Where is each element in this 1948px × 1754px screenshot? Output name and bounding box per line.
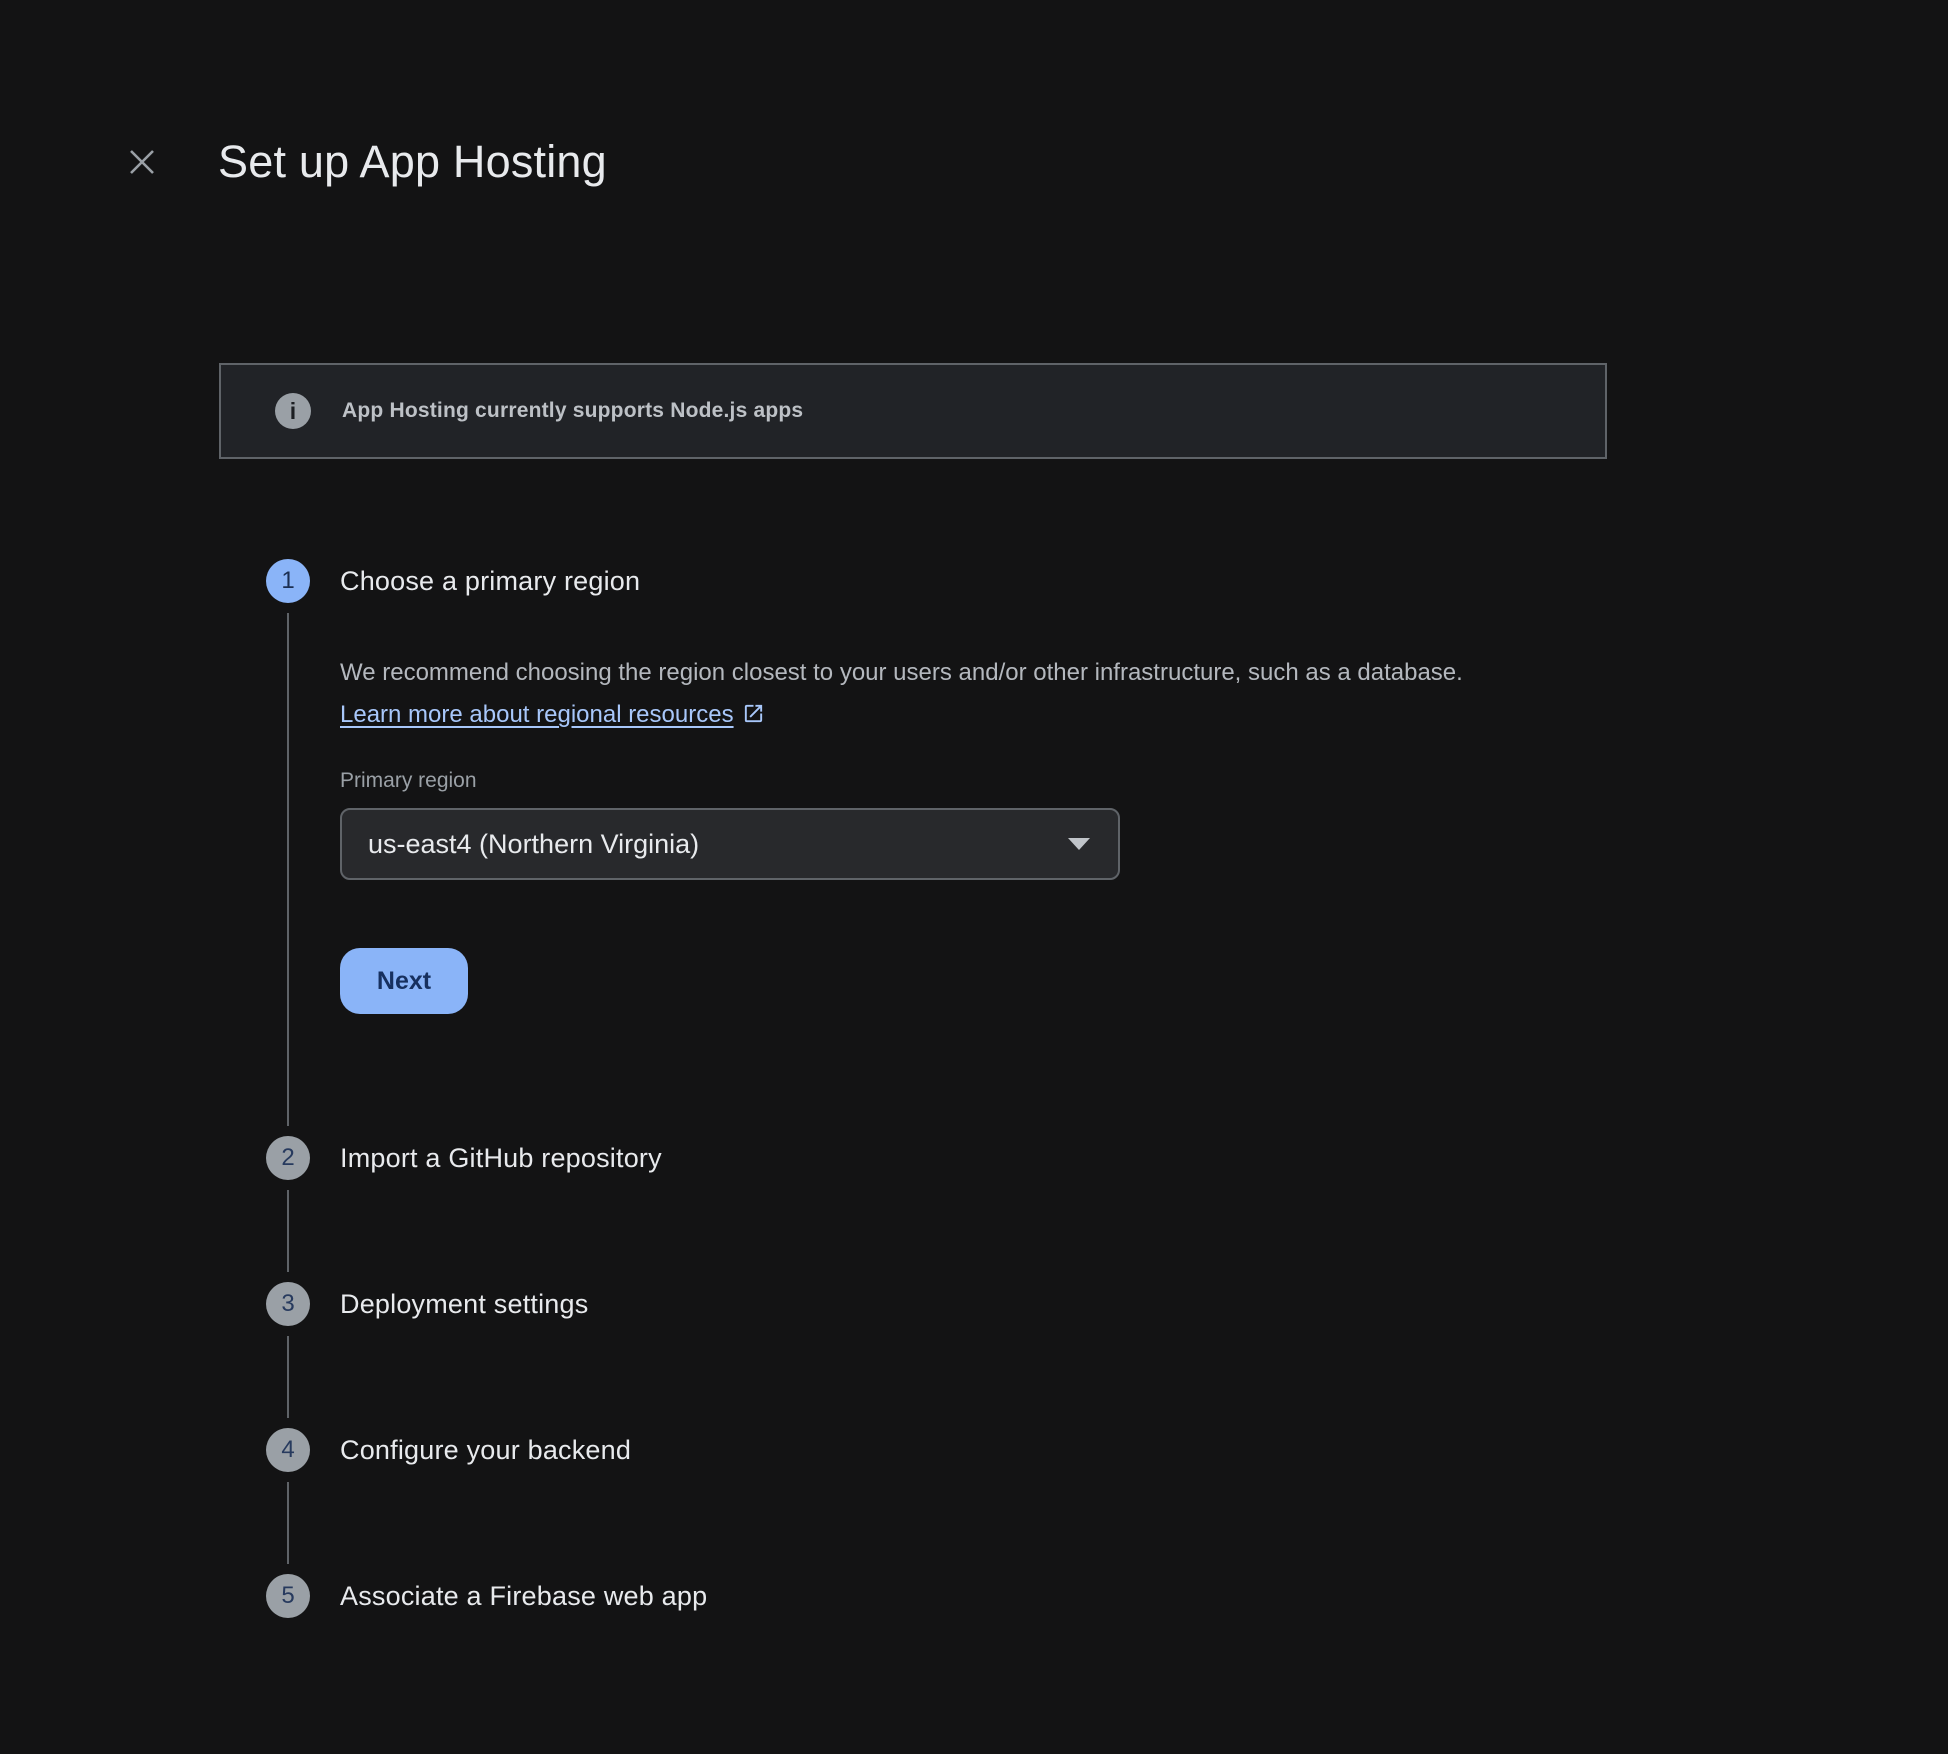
step-1-description: We recommend choosing the region closest… [340, 652, 1500, 736]
close-icon [125, 145, 159, 179]
step-2-indicator: 2 [266, 1136, 310, 1180]
external-link-icon [742, 702, 765, 725]
step-5-associate-web-app: 5 Associate a Firebase web app [266, 1574, 1948, 1618]
page-title: Set up App Hosting [218, 136, 607, 188]
primary-region-label: Primary region [340, 768, 1500, 793]
dialog-header: Set up App Hosting [0, 0, 1948, 188]
step-4-connector-line [287, 1482, 289, 1564]
step-1-rail: 1 [266, 559, 310, 1136]
step-5-rail: 5 [266, 1574, 310, 1618]
setup-stepper: 1 Choose a primary region We recommend c… [266, 559, 1948, 1618]
primary-region-select[interactable]: us-east4 (Northern Virginia) [340, 808, 1120, 880]
learn-more-link[interactable]: Learn more about regional resources [340, 701, 765, 728]
step-1-title: Choose a primary region [340, 559, 1500, 603]
step-2-body: Import a GitHub repository [340, 1136, 662, 1282]
step-1-description-text: We recommend choosing the region closest… [340, 659, 1463, 686]
info-icon: i [275, 393, 311, 429]
step-5-title: Associate a Firebase web app [340, 1574, 707, 1618]
step-2-rail: 2 [266, 1136, 310, 1282]
info-banner: i App Hosting currently supports Node.js… [219, 363, 1607, 459]
step-4-title: Configure your backend [340, 1428, 631, 1472]
step-1-choose-region: 1 Choose a primary region We recommend c… [266, 559, 1948, 1136]
step-1-indicator: 1 [266, 559, 310, 603]
step-3-indicator: 3 [266, 1282, 310, 1326]
close-button[interactable] [120, 140, 164, 184]
step-4-configure-backend: 4 Configure your backend [266, 1428, 1948, 1574]
setup-app-hosting-dialog: Set up App Hosting i App Hosting current… [0, 0, 1948, 1618]
step-5-indicator: 5 [266, 1574, 310, 1618]
step-2-title: Import a GitHub repository [340, 1136, 662, 1180]
step-3-connector-line [287, 1336, 289, 1418]
step-4-body: Configure your backend [340, 1428, 631, 1574]
step-2-connector-line [287, 1190, 289, 1272]
step-5-body: Associate a Firebase web app [340, 1574, 707, 1618]
step-1-connector-line [287, 613, 289, 1126]
banner-text: App Hosting currently supports Node.js a… [342, 399, 803, 423]
step-3-deployment-settings: 3 Deployment settings [266, 1282, 1948, 1428]
step-3-title: Deployment settings [340, 1282, 588, 1326]
step-2-import-github: 2 Import a GitHub repository [266, 1136, 1948, 1282]
step-4-rail: 4 [266, 1428, 310, 1574]
next-button[interactable]: Next [340, 948, 468, 1014]
learn-more-link-label: Learn more about regional resources [340, 701, 734, 728]
dropdown-arrow-icon [1068, 838, 1090, 850]
step-1-body: Choose a primary region We recommend cho… [340, 559, 1500, 1136]
step-3-body: Deployment settings [340, 1282, 588, 1428]
step-3-rail: 3 [266, 1282, 310, 1428]
primary-region-value: us-east4 (Northern Virginia) [368, 829, 699, 860]
step-4-indicator: 4 [266, 1428, 310, 1472]
